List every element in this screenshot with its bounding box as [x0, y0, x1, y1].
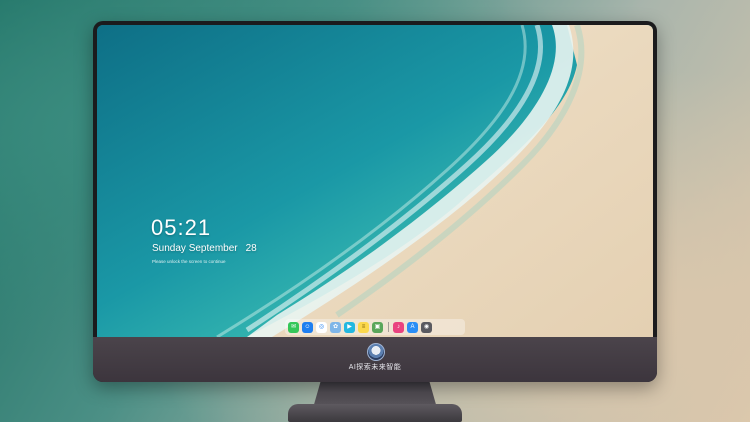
preview-icon[interactable]: ▣: [372, 321, 383, 333]
safari-icon[interactable]: ◎: [316, 321, 327, 333]
camera-icon[interactable]: ◉: [421, 321, 432, 333]
music-icon[interactable]: ♪: [393, 321, 404, 333]
lock-date: Sunday September 28: [152, 243, 257, 254]
notes-icon[interactable]: ≡: [358, 321, 369, 333]
lock-screen[interactable]: 05:21 Sunday September 28 Please unlock t…: [97, 25, 653, 337]
dock: ✉ ☺ ◎ ✿ ▶ ≡ ▣ ♪ A ◉: [285, 319, 465, 335]
monitor: 05:21 Sunday September 28 Please unlock t…: [93, 21, 657, 382]
lock-date-weekday-month: Sunday September: [152, 243, 238, 254]
clapper-icon[interactable]: ▶: [344, 321, 355, 333]
lock-date-day: 28: [245, 243, 257, 254]
lock-clock: 05:21: [151, 215, 212, 240]
brand-label: AI探索未来智能: [348, 364, 402, 371]
beach-wallpaper: [97, 25, 653, 337]
lock-subtitle: Please unlock the screen to continue: [152, 259, 226, 264]
monitor-stand-base: [288, 404, 462, 422]
app-store-icon[interactable]: A: [407, 321, 418, 333]
photos-icon[interactable]: ✿: [330, 321, 341, 333]
finder-icon[interactable]: ☺: [302, 321, 313, 333]
dock-separator: [388, 322, 389, 332]
messages-icon[interactable]: ✉: [288, 321, 299, 333]
monitor-chin: AI探索未来智能: [93, 337, 657, 382]
brand-logo-icon: [367, 343, 385, 361]
